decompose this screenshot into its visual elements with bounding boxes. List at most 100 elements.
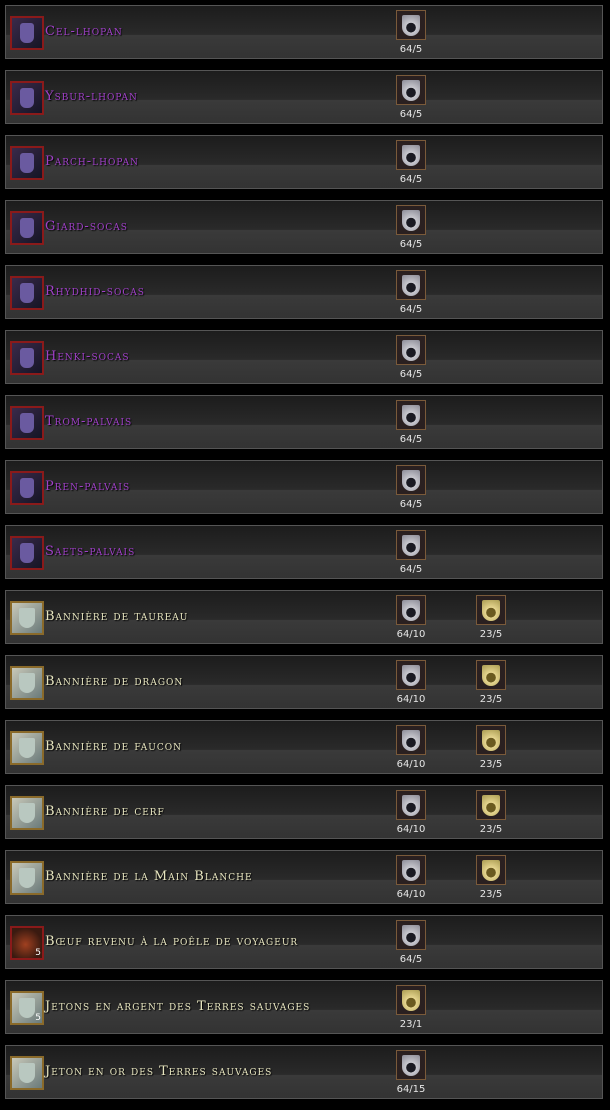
item-name: Bannière de taureau — [45, 609, 189, 624]
icon-shape — [20, 23, 34, 43]
silver-token-icon[interactable] — [396, 270, 426, 300]
item-name: Pren-palvais — [45, 479, 131, 494]
cost-amount: 23/5 — [479, 629, 503, 640]
icon-shape — [19, 868, 35, 888]
cost-amount: 64/5 — [399, 434, 423, 445]
silver-token-icon[interactable] — [396, 1050, 426, 1080]
barter-row[interactable]: Bannière de taureau 64/10 23/5 — [5, 590, 603, 644]
silver-token-icon[interactable] — [396, 530, 426, 560]
barter-row[interactable]: Saets-palvais 64/5 — [5, 525, 603, 579]
cost-amount: 23/5 — [479, 889, 503, 900]
barter-row[interactable]: Cel-lhopan 64/5 — [5, 5, 603, 59]
barter-row[interactable]: Rhydhid-socas 64/5 — [5, 265, 603, 319]
silver-token-icon[interactable] — [396, 790, 426, 820]
silver-token-icon[interactable] — [396, 920, 426, 950]
gold-token-icon[interactable] — [476, 790, 506, 820]
boots-icon[interactable] — [10, 81, 44, 115]
token-shape — [402, 730, 420, 751]
cost-entry: 23/5 — [471, 591, 511, 645]
silver-token-icon[interactable] — [396, 205, 426, 235]
token-shape — [482, 665, 500, 686]
token-shape — [402, 210, 420, 231]
gold-token-icon[interactable] — [476, 660, 506, 690]
boots-icon[interactable] — [10, 146, 44, 180]
barter-row[interactable]: Parch-lhopan 64/5 — [5, 135, 603, 189]
cost-amount: 23/1 — [399, 1019, 423, 1030]
cost-amount: 23/5 — [479, 759, 503, 770]
banner-icon[interactable] — [10, 601, 44, 635]
item-name: Bannière de cerf — [45, 804, 165, 819]
gloves-icon[interactable] — [10, 536, 44, 570]
token-shape — [402, 925, 420, 946]
boots-icon[interactable] — [10, 16, 44, 50]
token-shape — [402, 1055, 420, 1076]
gloves-icon[interactable] — [10, 406, 44, 440]
barter-row[interactable]: Bannière de faucon 64/10 23/5 — [5, 720, 603, 774]
item-name: Ysbur-lhopan — [45, 89, 138, 104]
barter-row[interactable]: Jeton en or des Terres sauvages 64/15 — [5, 1045, 603, 1099]
item-name: Bannière de la Main Blanche — [45, 869, 253, 884]
barter-row[interactable]: Ysbur-lhopan 64/5 — [5, 70, 603, 124]
icon-shape — [19, 1063, 35, 1083]
icon-shape — [19, 803, 35, 823]
gold-token-icon[interactable] — [476, 595, 506, 625]
barter-row[interactable]: Bannière de dragon 64/10 23/5 — [5, 655, 603, 709]
silver-token-icon[interactable] — [396, 660, 426, 690]
silver-token-icon[interactable] — [396, 75, 426, 105]
silver-token-icon[interactable] — [396, 595, 426, 625]
silver-token-icon[interactable]: 5 — [10, 991, 44, 1025]
item-name: Bœuf revenu à la poêle de voyageur — [45, 934, 299, 949]
banner-icon[interactable] — [10, 861, 44, 895]
food-icon[interactable]: 5 — [10, 926, 44, 960]
silver-token-icon[interactable] — [396, 400, 426, 430]
leggings-icon[interactable] — [10, 276, 44, 310]
barter-row[interactable]: Pren-palvais 64/5 — [5, 460, 603, 514]
icon-shape — [20, 218, 34, 238]
barter-row[interactable]: Bannière de cerf 64/10 23/5 — [5, 785, 603, 839]
banner-icon[interactable] — [10, 796, 44, 830]
silver-token-icon[interactable] — [396, 465, 426, 495]
barter-row[interactable]: 5 Jetons en argent des Terres sauvages 23/… — [5, 980, 603, 1034]
cost-amount: 64/5 — [399, 304, 423, 315]
silver-token-icon[interactable] — [396, 140, 426, 170]
leggings-icon[interactable] — [10, 341, 44, 375]
token-shape — [402, 470, 420, 491]
token-shape — [402, 275, 420, 296]
cost-amount: 64/10 — [396, 629, 426, 640]
gold-token-icon[interactable] — [476, 725, 506, 755]
silver-token-icon[interactable] — [396, 10, 426, 40]
silver-token-icon[interactable] — [396, 335, 426, 365]
token-shape — [482, 600, 500, 621]
cost-entry: 64/10 — [391, 851, 431, 905]
banner-icon[interactable] — [10, 731, 44, 765]
gold-token-icon[interactable] — [476, 855, 506, 885]
silver-token-icon[interactable] — [396, 855, 426, 885]
token-shape — [402, 600, 420, 621]
banner-icon[interactable] — [10, 666, 44, 700]
barter-row[interactable]: Trom-palvais 64/5 — [5, 395, 603, 449]
barter-row[interactable]: Giard-socas 64/5 — [5, 200, 603, 254]
token-shape — [402, 80, 420, 101]
icon-shape — [20, 88, 34, 108]
icon-shape — [20, 153, 34, 173]
item-name: Bannière de faucon — [45, 739, 183, 754]
leggings-icon[interactable] — [10, 211, 44, 245]
icon-shape — [20, 348, 34, 368]
item-name: Parch-lhopan — [45, 154, 139, 169]
token-shape — [482, 860, 500, 881]
cost-amount: 64/10 — [396, 694, 426, 705]
silver-token-icon[interactable] — [396, 725, 426, 755]
barter-item-list: Cel-lhopan 64/5 Ysbur-lhopan 64/5 Parch-lhop… — [0, 0, 610, 1110]
barter-row[interactable]: 5 Bœuf revenu à la poêle de voyageur 64/5 — [5, 915, 603, 969]
cost-entry: 23/1 — [391, 981, 431, 1035]
cost-amount: 64/5 — [399, 174, 423, 185]
gold-token-icon[interactable] — [10, 1056, 44, 1090]
cost-entry: 64/5 — [391, 201, 431, 255]
cost-amount: 23/5 — [479, 824, 503, 835]
gloves-icon[interactable] — [10, 471, 44, 505]
barter-row[interactable]: Henki-socas 64/5 — [5, 330, 603, 384]
barter-row[interactable]: Bannière de la Main Blanche 64/10 23/5 — [5, 850, 603, 904]
cost-entry: 64/5 — [391, 71, 431, 125]
gold-token-icon[interactable] — [396, 985, 426, 1015]
token-shape — [402, 860, 420, 881]
